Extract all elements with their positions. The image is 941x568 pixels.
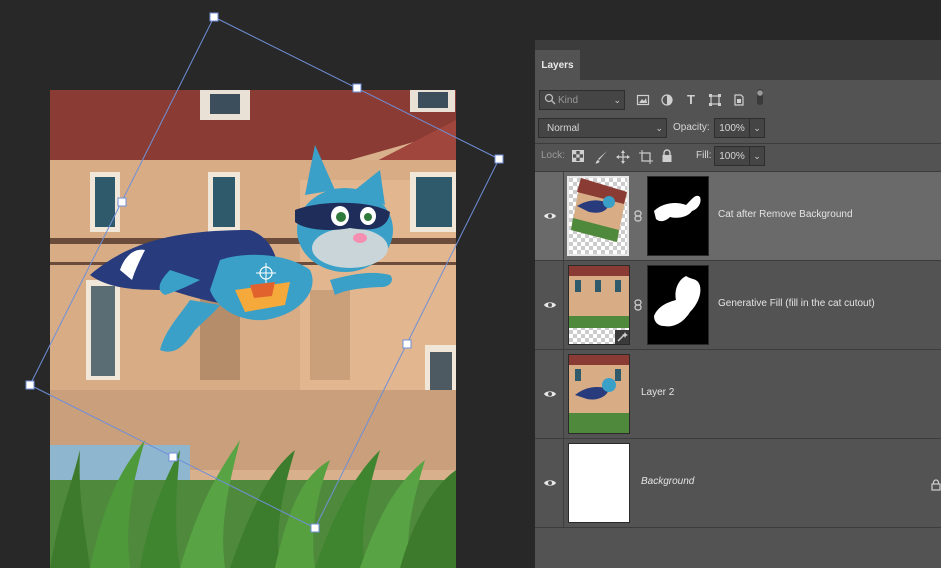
- layer-thumbnail[interactable]: [567, 176, 629, 256]
- lock-label: Lock:: [541, 150, 565, 161]
- eye-icon[interactable]: [543, 476, 557, 490]
- lock-icon[interactable]: [931, 479, 941, 491]
- adjustment-filter-icon[interactable]: [660, 93, 674, 107]
- chevron-down-icon: ⌄: [655, 123, 663, 133]
- opacity-label: Opacity:: [673, 122, 710, 133]
- layer-row-cat-after-remove-background[interactable]: Cat after Remove Background: [535, 172, 941, 261]
- lock-transparent-icon[interactable]: [572, 150, 586, 164]
- fill-label: Fill:: [696, 150, 712, 161]
- transform-reference-point-icon[interactable]: [256, 263, 276, 283]
- transform-handle-top-right-mid[interactable]: [352, 83, 362, 93]
- transform-handle-right[interactable]: [494, 154, 504, 164]
- tab-layers[interactable]: Layers: [535, 50, 580, 80]
- layer-filter-row: Kind ⌄ T: [535, 80, 941, 112]
- layer-mask-thumbnail[interactable]: [647, 265, 709, 345]
- transform-handle-bottom-left-mid[interactable]: [168, 452, 178, 462]
- transform-bounding-box[interactable]: [0, 0, 535, 568]
- layer-thumbnail[interactable]: [568, 443, 630, 523]
- panel-tab-bar: Layers: [535, 40, 941, 80]
- layer-mask-thumbnail[interactable]: [647, 176, 709, 256]
- smart-object-filter-icon[interactable]: [732, 93, 746, 107]
- eye-icon[interactable]: [543, 387, 557, 401]
- layer-row-generative-fill[interactable]: Generative Fill (fill in the cat cutout): [535, 261, 941, 350]
- fill-value: 100%: [719, 150, 745, 162]
- layer-row-background[interactable]: Background: [535, 439, 941, 528]
- blend-opacity-row: Normal ⌄ Opacity: 100% ⌄: [535, 115, 941, 144]
- fill-input[interactable]: 100%: [714, 146, 750, 166]
- filter-toggle-icon[interactable]: [755, 88, 765, 106]
- fill-dropdown-button[interactable]: ⌄: [749, 146, 765, 166]
- layer-name[interactable]: Layer 2: [641, 387, 674, 398]
- layer-name[interactable]: Generative Fill (fill in the cat cutout): [718, 298, 875, 309]
- lock-all-icon[interactable]: [661, 149, 675, 163]
- opacity-value: 100%: [719, 122, 745, 134]
- eye-icon[interactable]: [543, 209, 557, 223]
- opacity-input[interactable]: 100%: [714, 118, 750, 138]
- transform-handle-left[interactable]: [25, 380, 35, 390]
- blend-mode-value: Normal: [547, 122, 580, 134]
- lock-position-icon[interactable]: [616, 150, 630, 164]
- mask-link-icon[interactable]: [633, 299, 643, 311]
- eye-icon[interactable]: [543, 298, 557, 312]
- lock-fill-row: Lock: Fill: 100% ⌄: [535, 143, 941, 172]
- transform-handle-bottom[interactable]: [310, 523, 320, 533]
- lock-artboard-icon[interactable]: [639, 150, 653, 164]
- layer-name[interactable]: Background: [641, 476, 694, 487]
- image-filter-icon[interactable]: [636, 93, 650, 107]
- transform-handle-bottom-right-mid[interactable]: [402, 339, 412, 349]
- kind-filter-label: Kind: [558, 94, 579, 106]
- layers-list: Cat after Remove Background Generative F…: [535, 172, 941, 528]
- layer-thumbnail[interactable]: [568, 354, 630, 434]
- lock-image-icon[interactable]: [595, 150, 609, 164]
- generative-layer-icon: [615, 330, 629, 344]
- document-canvas[interactable]: [0, 0, 535, 568]
- transform-handle-top[interactable]: [209, 12, 219, 22]
- layer-thumbnail[interactable]: [568, 265, 630, 345]
- blend-mode-select[interactable]: Normal ⌄: [538, 118, 667, 138]
- type-filter-icon[interactable]: T: [684, 93, 698, 107]
- transform-handle-top-left-mid[interactable]: [117, 197, 127, 207]
- search-icon: [544, 93, 556, 107]
- layer-row-layer-2[interactable]: Layer 2: [535, 350, 941, 439]
- layers-panel: Layers Kind ⌄ T Normal ⌄ Opacity: 100% ⌄…: [535, 40, 941, 568]
- layer-name[interactable]: Cat after Remove Background: [718, 209, 853, 220]
- mask-link-icon[interactable]: [633, 210, 643, 222]
- kind-filter-select[interactable]: Kind ⌄: [539, 90, 625, 110]
- opacity-dropdown-button[interactable]: ⌄: [749, 118, 765, 138]
- shape-filter-icon[interactable]: [708, 93, 722, 107]
- chevron-down-icon: ⌄: [613, 95, 621, 105]
